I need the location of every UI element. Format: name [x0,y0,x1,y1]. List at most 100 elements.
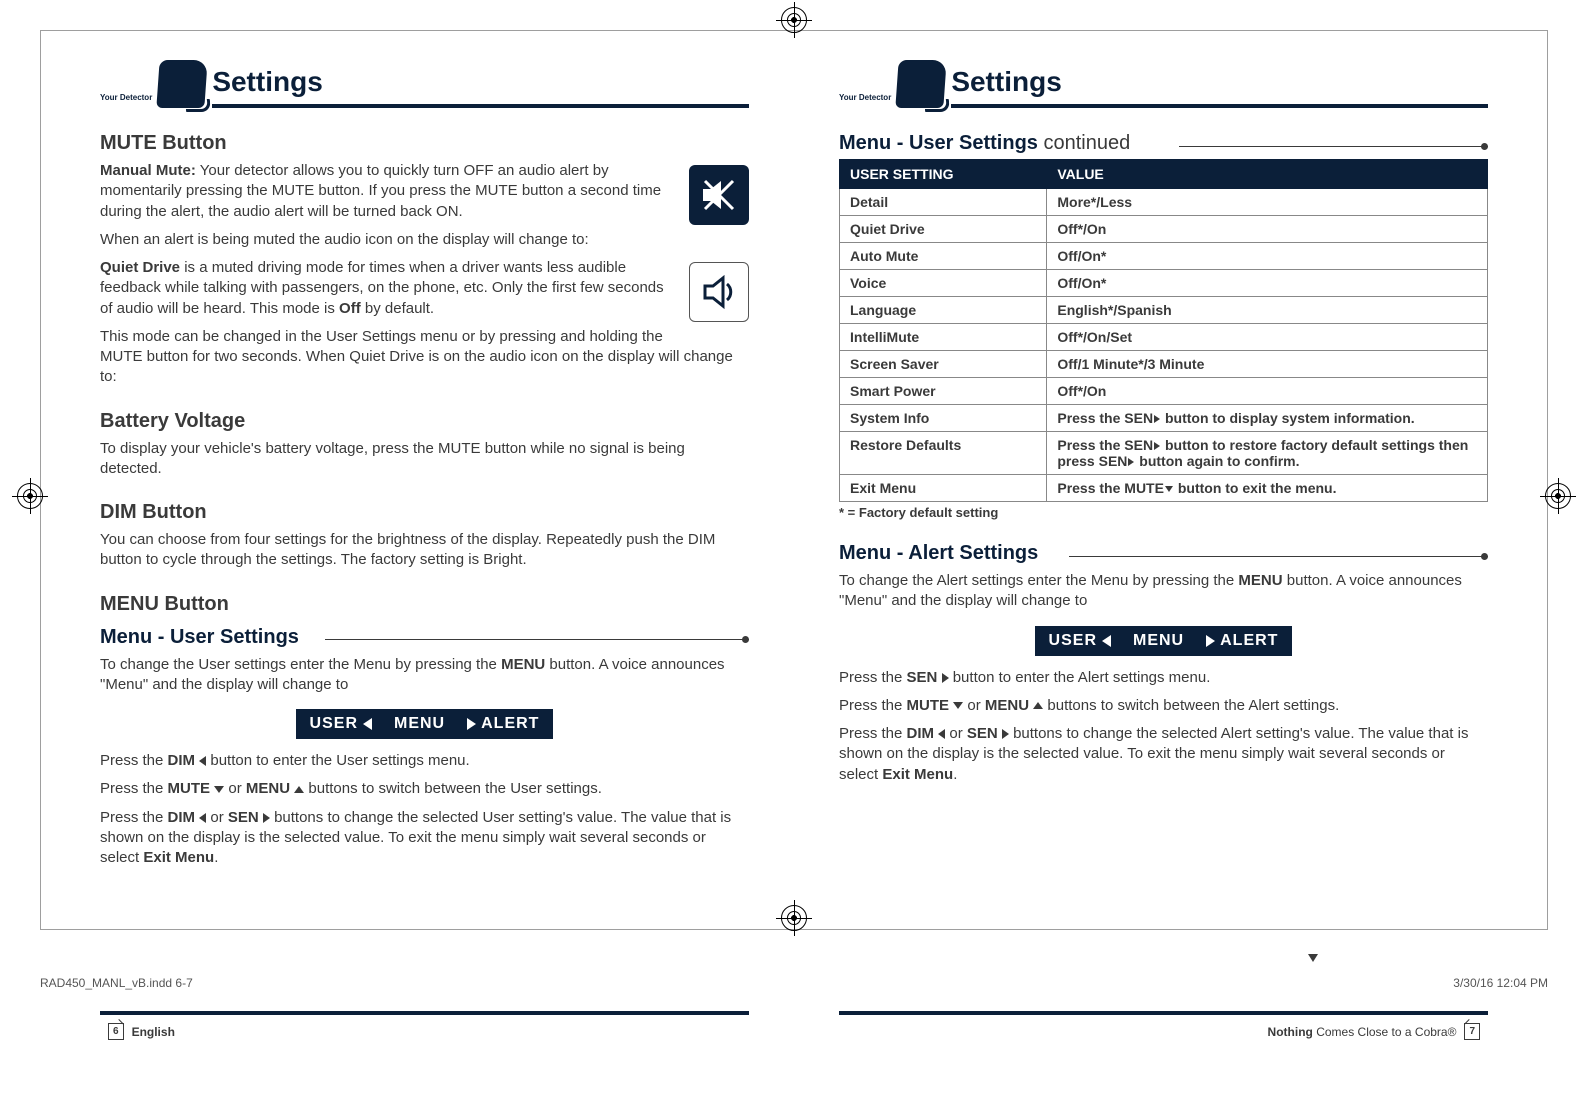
page-header-right: Your Detector Settings [839,60,1488,108]
lcd-menu: MENU [1133,632,1184,650]
t: or [963,697,985,714]
setting-value: Off/1 Minute*/3 Minute [1047,351,1488,378]
triangle-left-icon [1102,635,1111,647]
press-mute-menu-alert: Press the MUTE or MENU buttons to switch… [839,696,1488,716]
table-row: Smart PowerOff*/On [840,378,1488,405]
t: SEN [907,669,938,686]
t: . [214,849,218,866]
setting-value: Press the SEN button to display system i… [1047,405,1488,432]
t: Press the [839,725,907,742]
t: Press the [100,780,168,797]
menu-alert-settings-heading: Menu - Alert Settings [839,542,1488,565]
press-dim-sen-change: Press the DIM or SEN buttons to change t… [100,808,749,869]
t: or [945,725,967,742]
t: SEN [967,725,998,742]
registration-mark-icon [778,902,810,934]
triangle-right-icon [1154,415,1160,423]
triangle-up-icon [1033,702,1043,709]
setting-name: Smart Power [840,378,1047,405]
t: DIM [168,752,196,769]
setting-name: Exit Menu [840,475,1047,502]
triangle-right-icon [1002,729,1009,739]
table-row: Exit MenuPress the MUTE button to exit t… [840,475,1488,502]
setting-name: Detail [840,189,1047,216]
t: Press the [100,809,168,826]
t: MENU [246,780,290,797]
th-value: VALUE [1047,160,1488,189]
menu-button-heading: MENU Button [100,593,749,616]
table-row: IntelliMuteOff*/On/Set [840,324,1488,351]
t: Exit Menu [143,849,214,866]
t: SEN [228,809,259,826]
speaker-muted-icon [689,165,749,225]
page-spread: Your Detector Settings MUTE Button Manua… [100,60,1488,1040]
setting-value: Press the MUTE button to exit the menu. [1047,475,1488,502]
lcd-user: USER [310,715,358,733]
setting-value: Press the SEN button to restore factory … [1047,432,1488,475]
t: MUTE [907,697,950,714]
speaker-quiet-icon [689,262,749,322]
setting-name: System Info [840,405,1047,432]
menu-user-settings-heading: Menu - User Settings [100,626,749,649]
manual-mute-label: Manual Mute: [100,162,196,179]
setting-value: Off*/On [1047,378,1488,405]
user-settings-continued-heading: Menu - User Settings continued [839,132,1488,155]
page-header-left: Your Detector Settings [100,60,749,108]
setting-name: Restore Defaults [840,432,1047,475]
page-right: Your Detector Settings Menu - User Setti… [839,60,1488,1040]
setting-value: Off/On* [1047,270,1488,297]
quiet-drive-tail: by default. [361,300,434,317]
cobra-logo-icon [896,60,947,108]
triangle-right-icon [263,813,270,823]
t: or [224,780,246,797]
triangle-right-icon [1154,442,1160,450]
t: Press the [839,697,907,714]
t: Exit Menu [882,766,953,783]
th-user-setting: USER SETTING [840,160,1047,189]
lcd-user: USER [1049,632,1097,650]
triangle-right-icon [1128,458,1134,466]
t: DIM [907,725,935,742]
t: . [953,766,957,783]
page-number-7: 7 [1464,1023,1480,1040]
page-footer-left: 6 English [100,1011,749,1040]
setting-value: Off/On* [1047,243,1488,270]
press-dim-sen-alert: Press the DIM or SEN buttons to change t… [839,724,1488,785]
user-settings-table: USER SETTING VALUE DetailMore*/LessQuiet… [839,159,1488,502]
t: MENU [501,656,545,673]
registration-mark-icon [1542,480,1574,512]
triangle-left-icon [363,718,372,730]
footer-language: English [132,1025,175,1039]
lcd-display-bar: USER MENU ALERT [1035,626,1293,656]
table-row: VoiceOff/On* [840,270,1488,297]
setting-name: Auto Mute [840,243,1047,270]
table-row: Restore DefaultsPress the SEN button to … [840,432,1488,475]
page-footer-right: Nothing Comes Close to a Cobra® 7 [839,1011,1488,1040]
triangle-down-icon [214,786,224,793]
t: To change the User settings enter the Me… [100,656,501,673]
quiet-drive-label: Quiet Drive [100,259,180,276]
your-detector-label: Your Detector [839,93,891,102]
triangle-up-icon [294,786,304,793]
print-slug-line: RAD450_MANL_vB.indd 6-7 3/30/16 12:04 PM [40,976,1548,990]
quiet-drive-paragraph-1: Quiet Drive is a muted driving mode for … [100,258,749,319]
factory-default-footnote: * = Factory default setting [839,505,1488,520]
header-title-right: Settings [951,66,1488,108]
setting-value: Off*/On/Set [1047,324,1488,351]
table-row: Screen SaverOff/1 Minute*/3 Minute [840,351,1488,378]
battery-voltage-text: To display your vehicle's battery voltag… [100,439,749,480]
setting-name: Language [840,297,1047,324]
triangle-down-icon [1308,954,1318,962]
setting-name: Screen Saver [840,351,1047,378]
dim-button-text: You can choose from four settings for th… [100,530,749,571]
cobra-logo-icon [157,60,208,108]
registration-mark-icon [778,4,810,36]
menu-user-intro: To change the User settings enter the Me… [100,655,749,696]
footer-tagline: Nothing Comes Close to a Cobra® [1268,1025,1457,1039]
table-row: System InfoPress the SEN button to displ… [840,405,1488,432]
setting-value: Off*/On [1047,216,1488,243]
alert-intro: To change the Alert settings enter the M… [839,571,1488,612]
table-row: LanguageEnglish*/Spanish [840,297,1488,324]
t: DIM [168,809,196,826]
t: buttons to switch between the User setti… [304,780,602,797]
